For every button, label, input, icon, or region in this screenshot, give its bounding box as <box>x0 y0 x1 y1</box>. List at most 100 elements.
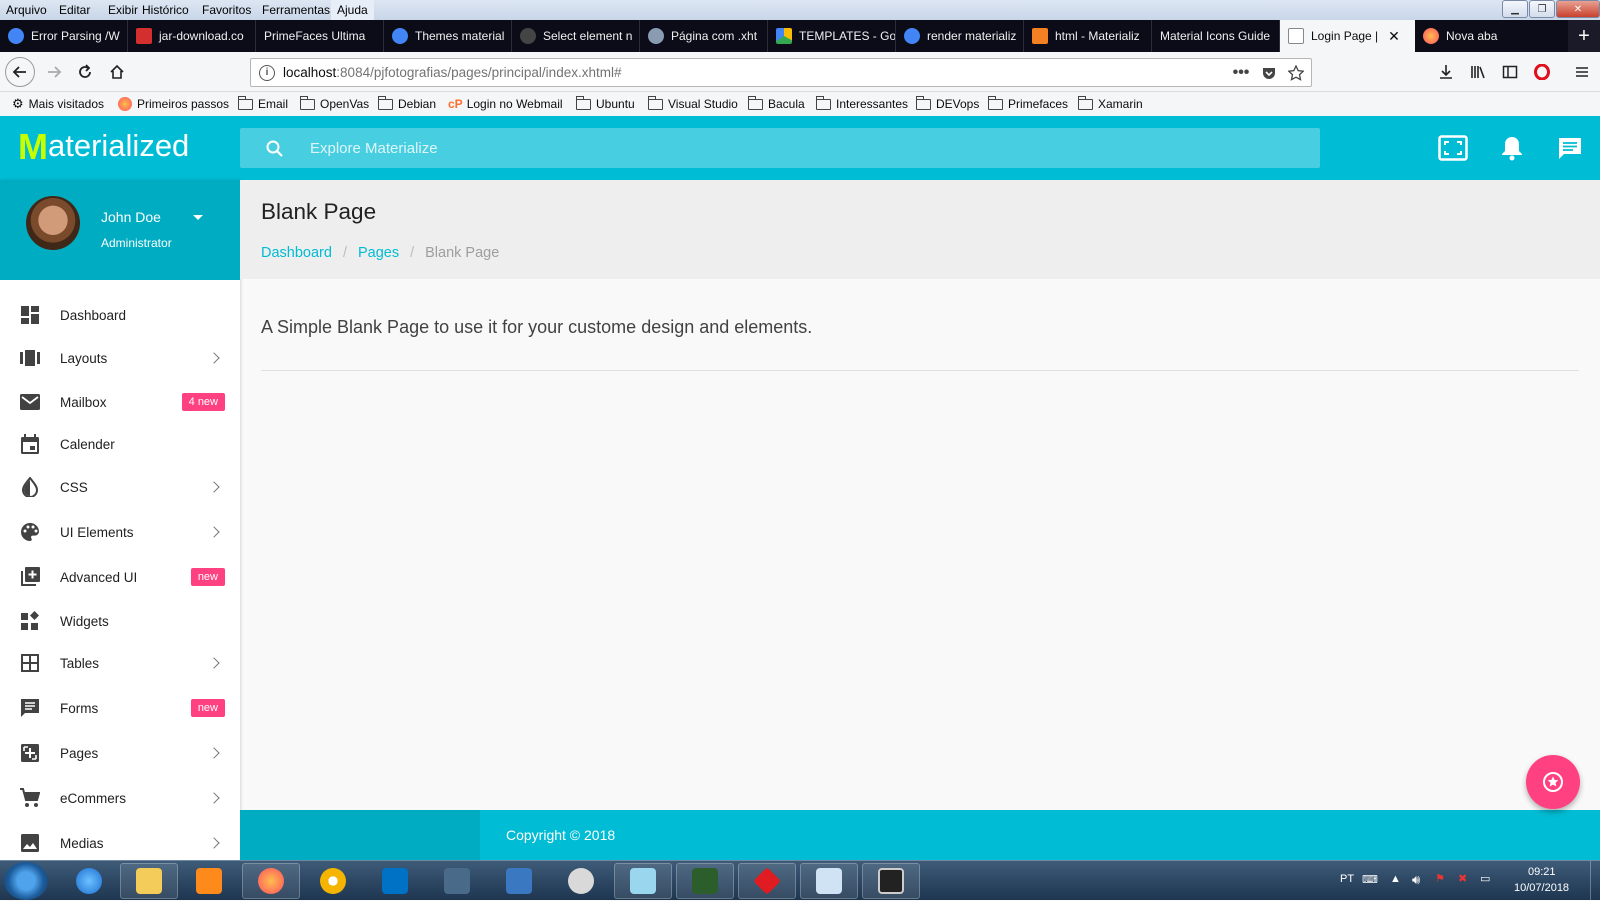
downloads-button[interactable] <box>1432 58 1460 86</box>
keyboard-icon[interactable]: ⌨ <box>1362 873 1378 886</box>
tab-error-parsing[interactable]: Error Parsing /W <box>0 20 128 52</box>
notifications-button[interactable] <box>1496 132 1528 164</box>
taskbar-network-tool[interactable] <box>490 863 548 899</box>
tab-select-element[interactable]: Select element n <box>512 20 640 52</box>
bookmark-xamarin[interactable]: Xamarin <box>1078 95 1143 112</box>
tab-primefaces-ultima[interactable]: PrimeFaces Ultima <box>256 20 384 52</box>
close-window-button[interactable]: ✕ <box>1556 0 1600 18</box>
show-desktop-button[interactable] <box>1590 861 1600 901</box>
bookmark-primefaces[interactable]: Primefaces <box>988 95 1068 112</box>
close-tab-icon[interactable]: ✕ <box>1388 28 1400 45</box>
menu-editar[interactable]: Editar <box>53 0 96 20</box>
volume-icon[interactable]: 🔊︎ <box>1412 872 1420 888</box>
opera-extension-button[interactable] <box>1528 58 1556 86</box>
tab-html-materialize[interactable]: html - Materializ <box>1024 20 1152 52</box>
info-icon[interactable]: i <box>259 65 275 81</box>
sidebar-item-css[interactable]: CSS <box>0 467 240 507</box>
sidebar-item-forms[interactable]: Forms new <box>0 688 240 728</box>
tab-themes-material[interactable]: Themes material <box>384 20 512 52</box>
bookmark-devops[interactable]: DEVops <box>916 95 979 112</box>
home-button[interactable] <box>103 58 131 86</box>
taskbar-outlook[interactable] <box>366 863 424 899</box>
sidebar-item-ecommers[interactable]: eCommers <box>0 778 240 818</box>
reload-button[interactable] <box>71 58 99 86</box>
sidebar-item-layouts[interactable]: Layouts <box>0 338 240 378</box>
clock-date[interactable]: 10/07/2018 <box>1514 882 1569 894</box>
taskbar-ie[interactable] <box>60 863 118 899</box>
sidebar-item-calender[interactable]: Calender <box>0 424 240 464</box>
network-error-icon[interactable]: ✖ <box>1458 872 1467 885</box>
menu-ferramentas[interactable]: Ferramentas <box>256 0 336 20</box>
app-logo[interactable]: Materialized <box>18 128 189 165</box>
menu-historico[interactable]: Histórico <box>136 0 195 20</box>
taskbar-firefox[interactable] <box>242 863 300 899</box>
tab-jar-download[interactable]: jar-download.co <box>128 20 256 52</box>
tab-pagina-xhtml[interactable]: Página com .xht <box>640 20 768 52</box>
breadcrumb-dashboard[interactable]: Dashboard <box>261 245 332 261</box>
bookmark-primeiros-passos[interactable]: Primeiros passos <box>118 96 229 112</box>
bookmark-bacula[interactable]: Bacula <box>748 95 805 112</box>
language-indicator[interactable]: PT <box>1340 873 1354 885</box>
forward-button[interactable] <box>40 58 68 86</box>
bookmark-mais-visitados[interactable]: ⚙ Mais visitados <box>12 96 104 112</box>
clock-time[interactable]: 09:21 <box>1528 866 1556 878</box>
sidebar-item-ui-elements[interactable]: UI Elements <box>0 512 240 552</box>
sidebar-item-dashboard[interactable]: Dashboard <box>0 295 240 335</box>
address-bar[interactable]: i localhost:8084/pjfotografias/pages/pri… <box>250 58 1312 87</box>
tab-material-icons-guide[interactable]: Material Icons Guide <box>1152 20 1280 52</box>
sidebar-item-pages[interactable]: Pages <box>0 733 240 773</box>
fullscreen-button[interactable] <box>1437 132 1469 164</box>
bookmark-login-webmail[interactable]: cP Login no Webmail <box>448 96 563 112</box>
taskbar-media-player[interactable] <box>180 863 238 899</box>
tab-nova-aba[interactable]: Nova aba <box>1415 20 1565 52</box>
taskbar-app-dark[interactable] <box>862 863 920 899</box>
pocket-icon[interactable] <box>1259 63 1279 83</box>
taskbar-explorer[interactable] <box>120 863 178 899</box>
chat-button[interactable] <box>1554 132 1586 164</box>
floating-action-button[interactable] <box>1526 755 1580 809</box>
sidebar-item-mailbox[interactable]: Mailbox 4 new <box>0 382 240 422</box>
menu-arquivo[interactable]: Arquivo <box>0 0 53 20</box>
library-button[interactable] <box>1464 58 1492 86</box>
sidebar-item-widgets[interactable]: Widgets <box>0 601 240 641</box>
display-icon[interactable]: ▭ <box>1480 872 1490 885</box>
sidebar-item-medias[interactable]: Medias <box>0 823 240 860</box>
tab-templates[interactable]: TEMPLATES - Go <box>768 20 896 52</box>
minimize-button[interactable]: ▁ <box>1502 0 1528 18</box>
taskbar-app-blue[interactable] <box>614 863 672 899</box>
bookmark-debian[interactable]: Debian <box>378 95 436 112</box>
bookmark-interessantes[interactable]: Interessantes <box>816 95 908 112</box>
show-hidden-icons[interactable]: ▲ <box>1390 873 1401 885</box>
flag-icon[interactable]: ⚑ <box>1435 872 1445 885</box>
bookmark-openvas[interactable]: OpenVas <box>300 95 369 112</box>
sidebar-item-advanced-ui[interactable]: Advanced UI new <box>0 557 240 597</box>
avatar[interactable] <box>26 196 80 250</box>
bookmark-ubuntu[interactable]: Ubuntu <box>576 95 635 112</box>
new-tab-button[interactable]: + <box>1568 20 1600 52</box>
search-input[interactable] <box>310 128 1290 168</box>
back-button[interactable] <box>5 57 35 87</box>
restore-button[interactable]: ❐ <box>1529 0 1555 18</box>
taskbar-app-satellite[interactable] <box>552 863 610 899</box>
menu-favoritos[interactable]: Favoritos <box>196 0 257 20</box>
tab-login-page[interactable]: Login Page | ✕ <box>1280 20 1415 52</box>
bookmark-star-icon[interactable] <box>1286 63 1306 83</box>
hamburger-menu-button[interactable] <box>1568 58 1596 86</box>
sidebar-toggle-button[interactable] <box>1496 58 1524 86</box>
taskbar-chrome[interactable] <box>304 863 362 899</box>
profile-name[interactable]: John Doe <box>101 209 161 225</box>
url-text[interactable]: localhost:8084/pjfotografias/pages/princ… <box>283 65 621 80</box>
taskbar-virtualbox-cube[interactable] <box>428 863 486 899</box>
taskbar-app-red[interactable] <box>738 863 796 899</box>
profile-dropdown-icon[interactable] <box>193 215 203 220</box>
taskbar-app-terminal[interactable] <box>676 863 734 899</box>
bookmark-email[interactable]: Email <box>238 95 288 112</box>
bookmark-visual-studio[interactable]: Visual Studio <box>648 95 738 112</box>
sidebar-item-tables[interactable]: Tables <box>0 643 240 683</box>
menu-ajuda[interactable]: Ajuda <box>331 0 374 20</box>
tab-render-materialize[interactable]: render materializ <box>896 20 1024 52</box>
windows-start-button[interactable] <box>4 862 48 900</box>
taskbar-virtualbox[interactable] <box>800 863 858 899</box>
breadcrumb-pages[interactable]: Pages <box>358 245 399 261</box>
page-actions-icon[interactable]: ••• <box>1231 63 1251 83</box>
